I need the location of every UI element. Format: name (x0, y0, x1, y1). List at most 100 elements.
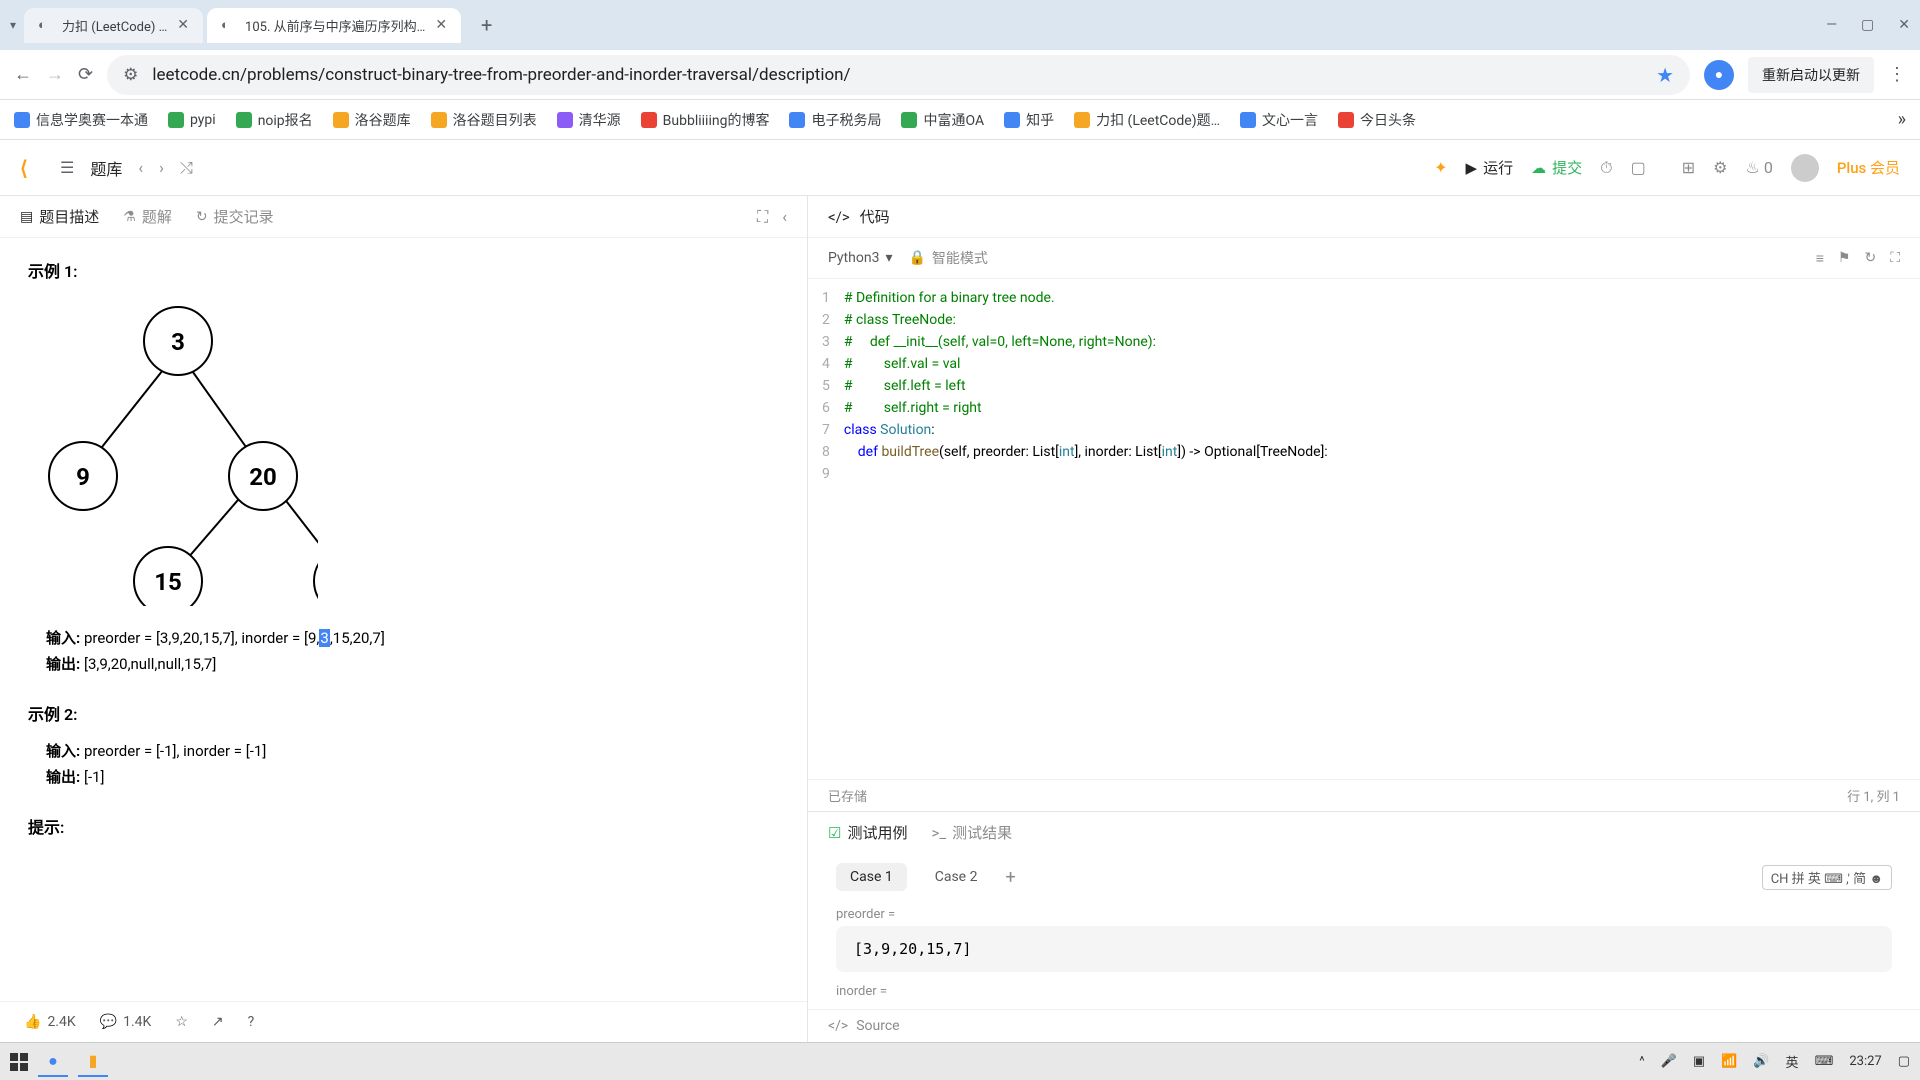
bookmark-item[interactable]: 中富通OA (901, 110, 984, 130)
expand-icon[interactable]: ⛶ (757, 207, 768, 227)
library-link[interactable]: 题库 (90, 156, 122, 180)
reset-icon[interactable]: ↻ (1864, 250, 1876, 267)
tab-test-cases[interactable]: ☑ 测试用例 (828, 822, 907, 843)
bookmark-item[interactable]: 今日头条 (1338, 110, 1416, 130)
tray-volume-icon[interactable]: 🔊 (1753, 1054, 1769, 1069)
tray-notifications-icon[interactable]: ▢ (1898, 1054, 1910, 1069)
bookmark-item[interactable]: 洛谷题库 (333, 110, 411, 130)
case-tab-2[interactable]: Case 2 (921, 863, 992, 891)
settings-icon[interactable]: ⚙ (1713, 158, 1727, 177)
language-select[interactable]: Python3 ▾ (828, 250, 892, 266)
submit-button[interactable]: ☁ 提交 (1531, 157, 1582, 178)
bookmark-icon[interactable]: ⚑ (1838, 250, 1851, 267)
svg-text:9: 9 (76, 463, 90, 491)
code-editor[interactable]: 123456789 # Definition for a binary tree… (808, 279, 1920, 779)
start-button[interactable] (10, 1053, 28, 1071)
back-button[interactable]: ← (14, 64, 32, 85)
tray-ime[interactable]: 英 (1786, 1052, 1799, 1071)
help-icon: ? (248, 1014, 255, 1030)
sparkle-icon[interactable]: ✦ (1434, 158, 1447, 177)
prev-problem-button[interactable]: ‹ (138, 158, 143, 177)
tray-battery-icon[interactable]: ▣ (1693, 1054, 1705, 1069)
collapse-left-icon[interactable]: ‹ (782, 207, 787, 227)
tray-chevron-icon[interactable]: ^ (1639, 1054, 1644, 1069)
smart-mode-label[interactable]: 🔒 智能模式 (908, 248, 987, 268)
tab-description[interactable]: ▤ 题目描述 (20, 206, 99, 227)
taskbar-chrome[interactable]: ● (38, 1047, 68, 1077)
comments-button[interactable]: 💬1.4K (100, 1014, 152, 1030)
comment-icon: 💬 (100, 1014, 117, 1030)
case-tabs: Case 1 Case 2 + CH 拼 英 ⌨ ,' 简 ☻ (808, 853, 1920, 901)
bookmark-item[interactable]: 知乎 (1004, 110, 1054, 130)
tray-wifi-icon[interactable]: 📶 (1721, 1054, 1737, 1069)
reload-button[interactable]: ⟳ (78, 64, 93, 85)
note-icon[interactable]: ▢ (1631, 158, 1646, 177)
site-settings-icon[interactable]: ⚙ (123, 65, 138, 85)
taskbar-explorer[interactable]: ▮ (78, 1047, 108, 1077)
favorite-button[interactable]: ☆ (175, 1014, 188, 1030)
example2-io: 输入: preorder = [-1], inorder = [-1] 输出: … (46, 739, 779, 790)
bookmark-item[interactable]: 信息学奥赛一本通 (14, 110, 148, 130)
bookmark-item[interactable]: 文心一言 (1240, 110, 1318, 130)
profile-icon[interactable]: ● (1704, 60, 1734, 90)
like-button[interactable]: 👍2.4K (24, 1014, 76, 1030)
layout-icon[interactable]: ⊞ (1682, 158, 1695, 177)
tab-close-icon[interactable]: ✕ (435, 17, 447, 33)
bookmark-item[interactable]: 洛谷题目列表 (431, 110, 537, 130)
forward-button[interactable]: → (46, 64, 64, 85)
bookmark-item[interactable]: 力扣 (LeetCode)题… (1074, 110, 1220, 130)
ime-indicator[interactable]: CH 拼 英 ⌨ ,' 简 ☻ (1762, 865, 1892, 890)
bookmark-item[interactable]: 电子税务局 (789, 110, 881, 130)
bookmarks-overflow-icon[interactable]: » (1898, 109, 1906, 130)
bookmark-item[interactable]: noip报名 (236, 110, 313, 130)
tray-keyboard-icon[interactable]: ⌨ (1815, 1054, 1834, 1069)
browser-tab[interactable]: ◐ 力扣 (LeetCode) … ✕ (24, 8, 203, 43)
flask-icon: ⚗ (123, 209, 136, 225)
restart-update-button[interactable]: 重新启动以更新 (1748, 57, 1874, 93)
next-problem-button[interactable]: › (159, 158, 164, 177)
url-bar[interactable]: ⚙ leetcode.cn/problems/construct-binary-… (107, 55, 1690, 95)
code-panel: </> 代码 Python3 ▾ 🔒 智能模式 ≡ ⚑ ↻ ⛶ 12345678… (808, 196, 1920, 1042)
fullscreen-icon[interactable]: ⛶ (1890, 250, 1900, 267)
bookmark-star-icon[interactable]: ★ (1656, 63, 1674, 87)
tab-solution[interactable]: ⚗ 题解 (123, 206, 172, 227)
tab-test-results[interactable]: >_ 测试结果 (931, 822, 1012, 843)
bookmark-icon (901, 112, 917, 128)
maximize-button[interactable]: ▢ (1861, 17, 1874, 33)
preorder-input[interactable]: [3,9,20,15,7] (836, 926, 1892, 972)
bookmark-item[interactable]: Bubbliiiing的博客 (641, 110, 770, 130)
problem-body[interactable]: 示例 1: 3 9 20 15 7 输入: preorder = [3,9,20… (0, 238, 807, 1001)
leetcode-logo-icon[interactable]: ⟨ (20, 156, 44, 180)
shuffle-icon[interactable]: ⤭ (180, 158, 193, 178)
fire-count[interactable]: ♨ 0 (1745, 158, 1772, 177)
browser-tab-active[interactable]: ◐ 105. 从前序与中序遍历序列构… ✕ (207, 8, 461, 43)
tab-close-icon[interactable]: ✕ (177, 17, 189, 33)
url-text: leetcode.cn/problems/construct-binary-tr… (152, 65, 850, 85)
tray-clock[interactable]: 23:27 (1849, 1054, 1881, 1069)
plus-member-link[interactable]: Plus 会员 (1837, 157, 1900, 178)
tree-diagram: 3 9 20 15 7 (28, 296, 318, 606)
format-icon[interactable]: ≡ (1816, 250, 1824, 267)
close-window-button[interactable]: ✕ (1898, 17, 1910, 33)
new-tab-button[interactable]: + (473, 9, 500, 41)
bookmark-item[interactable]: pypi (168, 112, 216, 128)
add-case-button[interactable]: + (1005, 867, 1015, 888)
minimize-button[interactable]: — (1826, 17, 1837, 33)
case-tab-1[interactable]: Case 1 (836, 863, 907, 891)
code-content[interactable]: # Definition for a binary tree node. # c… (844, 287, 1920, 771)
share-button[interactable]: ↗ (212, 1014, 224, 1030)
tray-mic-icon[interactable]: 🎤 (1661, 1054, 1677, 1069)
tab-title: 力扣 (LeetCode) … (62, 16, 167, 35)
help-button[interactable]: ? (248, 1014, 255, 1030)
timer-icon[interactable]: ⏱ (1600, 158, 1612, 178)
bookmark-item[interactable]: 清华源 (557, 110, 621, 130)
avatar[interactable] (1791, 154, 1819, 182)
source-row[interactable]: </> Source (808, 1009, 1920, 1042)
run-button[interactable]: ▶ 运行 (1466, 157, 1514, 178)
chevron-down-icon: ▾ (885, 250, 892, 266)
example1-label: 示例 1: (28, 258, 779, 282)
tab-submissions[interactable]: ↻ 提交记录 (196, 206, 274, 227)
menu-list-icon[interactable]: ☰ (60, 158, 74, 177)
tab-dropdown-icon[interactable]: ▾ (10, 18, 16, 32)
browser-menu-icon[interactable]: ⋮ (1888, 64, 1906, 85)
